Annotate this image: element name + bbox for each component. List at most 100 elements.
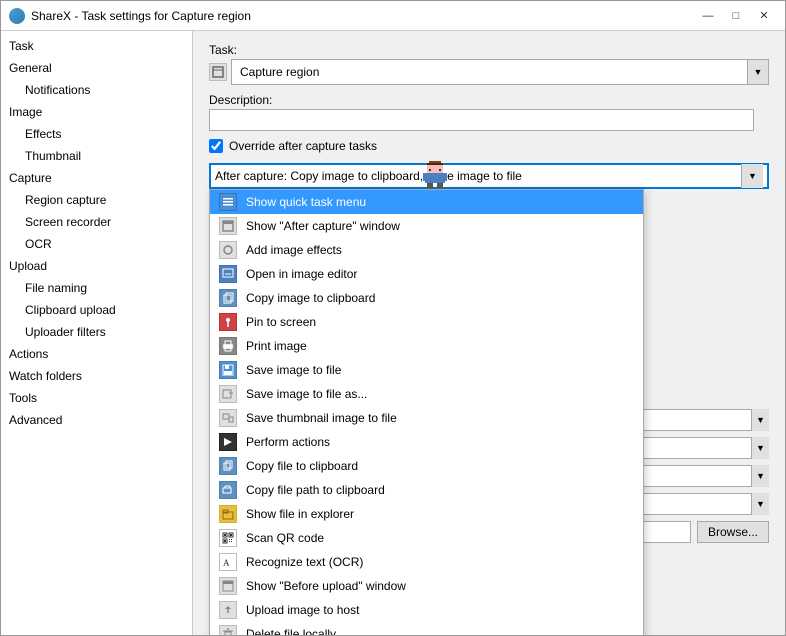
- sidebar-item-effects[interactable]: Effects: [1, 123, 192, 145]
- task-label: Task:: [209, 43, 769, 57]
- menu-item-label: Delete file locally: [246, 627, 336, 635]
- sidebar-item-image[interactable]: Image: [1, 101, 192, 123]
- main-window: ShareX - Task settings for Capture regio…: [0, 0, 786, 636]
- print-icon: [218, 336, 238, 356]
- save-as-icon: [218, 384, 238, 404]
- override-checkbox[interactable]: [209, 139, 223, 153]
- menu-item-label: Save image to file: [246, 363, 341, 377]
- menu-item-before-upload-window[interactable]: Show "Before upload" window: [210, 574, 643, 598]
- menu-item-label: Print image: [246, 339, 307, 353]
- editor-icon: [218, 264, 238, 284]
- menu-item-after-capture-window[interactable]: Show "After capture" window: [210, 214, 643, 238]
- menu-item-save-image-file-as[interactable]: Save image to file as...: [210, 382, 643, 406]
- title-bar-controls: — □ ✕: [695, 6, 777, 26]
- actions-icon: [218, 432, 238, 452]
- after-capture-value: After capture: Copy image to clipboard, …: [215, 169, 741, 183]
- menu-item-copy-file-path[interactable]: Copy file path to clipboard: [210, 478, 643, 502]
- pin-icon: [218, 312, 238, 332]
- save-icon: [218, 360, 238, 380]
- browse-button[interactable]: Browse...: [697, 521, 769, 543]
- menu-item-label: Show "After capture" window: [246, 219, 400, 233]
- close-button[interactable]: ✕: [751, 6, 777, 26]
- menu-item-add-image-effects[interactable]: Add image effects: [210, 238, 643, 262]
- sidebar-item-task[interactable]: Task: [1, 35, 192, 57]
- menu-item-open-image-editor[interactable]: Open in image editor: [210, 262, 643, 286]
- maximize-button[interactable]: □: [723, 6, 749, 26]
- menu-item-upload-image-host[interactable]: Upload image to host: [210, 598, 643, 622]
- menu-item-label: Copy image to clipboard: [246, 291, 375, 305]
- sidebar-item-advanced[interactable]: Advanced: [1, 409, 192, 431]
- menu-item-save-thumbnail[interactable]: Save thumbnail image to file: [210, 406, 643, 430]
- menu-item-label: Recognize text (OCR): [246, 555, 363, 569]
- sidebar-item-tools[interactable]: Tools: [1, 387, 192, 409]
- sidebar-item-actions[interactable]: Actions: [1, 343, 192, 365]
- description-label: Description:: [209, 93, 769, 107]
- menu-item-label: Copy file path to clipboard: [246, 483, 385, 497]
- task-select[interactable]: Capture region: [231, 59, 769, 85]
- sidebar-item-thumbnail[interactable]: Thumbnail: [1, 145, 192, 167]
- sidebar-item-watch-folders[interactable]: Watch folders: [1, 365, 192, 387]
- sidebar-item-ocr[interactable]: OCR: [1, 233, 192, 255]
- menu-item-show-file-explorer[interactable]: Show file in explorer: [210, 502, 643, 526]
- task-icon: [209, 63, 227, 81]
- sidebar-item-clipboard-upload[interactable]: Clipboard upload: [1, 299, 192, 321]
- description-input[interactable]: [209, 109, 754, 131]
- sidebar-item-screen-recorder[interactable]: Screen recorder: [1, 211, 192, 233]
- svg-text:A: A: [223, 558, 230, 568]
- menu-item-label: Scan QR code: [246, 531, 324, 545]
- path-icon: [218, 480, 238, 500]
- menu-item-copy-file-clipboard[interactable]: Copy file to clipboard: [210, 454, 643, 478]
- upload-window-icon: [218, 576, 238, 596]
- menu-item-label: Save thumbnail image to file: [246, 411, 397, 425]
- sharex-icon: [9, 8, 25, 24]
- menu-item-label: Open in image editor: [246, 267, 357, 281]
- after-capture-dropdown-arrow[interactable]: ▼: [741, 164, 763, 188]
- description-row: Description:: [209, 93, 769, 131]
- upload-icon: [218, 600, 238, 620]
- sidebar-item-region-capture[interactable]: Region capture: [1, 189, 192, 211]
- window-title: ShareX - Task settings for Capture regio…: [31, 9, 251, 23]
- menu-icon: [218, 192, 238, 212]
- right-panel: Task: Capture region ▼ Description:: [193, 31, 785, 635]
- menu-item-recognize-text[interactable]: A Recognize text (OCR): [210, 550, 643, 574]
- menu-item-label: Show file in explorer: [246, 507, 354, 521]
- main-content: Task General Notifications Image Effects…: [1, 31, 785, 635]
- title-bar-left: ShareX - Task settings for Capture regio…: [9, 8, 251, 24]
- sidebar: Task General Notifications Image Effects…: [1, 31, 193, 635]
- thumbnail-icon: [218, 408, 238, 428]
- task-row: Task: Capture region ▼: [209, 43, 769, 85]
- menu-item-delete-file-locally[interactable]: Delete file locally: [210, 622, 643, 635]
- menu-item-perform-actions[interactable]: Perform actions: [210, 430, 643, 454]
- sidebar-item-file-naming[interactable]: File naming: [1, 277, 192, 299]
- sidebar-item-capture[interactable]: Capture: [1, 167, 192, 189]
- menu-item-quick-task-menu[interactable]: Show quick task menu: [210, 190, 643, 214]
- window-icon: [218, 216, 238, 236]
- pixel-character: [419, 159, 451, 191]
- menu-item-label: Upload image to host: [246, 603, 359, 617]
- menu-item-copy-image-clipboard[interactable]: Copy image to clipboard: [210, 286, 643, 310]
- sidebar-item-uploader-filters[interactable]: Uploader filters: [1, 321, 192, 343]
- sidebar-item-notifications[interactable]: Notifications: [1, 79, 192, 101]
- title-bar: ShareX - Task settings for Capture regio…: [1, 1, 785, 31]
- explorer-icon: [218, 504, 238, 524]
- menu-item-label: Show quick task menu: [246, 195, 366, 209]
- qr-icon: [218, 528, 238, 548]
- after-capture-menu: Show quick task menu Show "After capture…: [209, 189, 644, 635]
- sidebar-item-upload[interactable]: Upload: [1, 255, 192, 277]
- minimize-button[interactable]: —: [695, 6, 721, 26]
- sidebar-item-general[interactable]: General: [1, 57, 192, 79]
- after-capture-dropdown-row: After capture: Copy image to clipboard, …: [209, 163, 769, 189]
- copy-file-icon: [218, 456, 238, 476]
- copy-icon: [218, 288, 238, 308]
- menu-item-label: Copy file to clipboard: [246, 459, 358, 473]
- menu-item-label: Pin to screen: [246, 315, 316, 329]
- override-row: Override after capture tasks: [209, 139, 769, 153]
- menu-item-save-image-file[interactable]: Save image to file: [210, 358, 643, 382]
- menu-item-print-image[interactable]: Print image: [210, 334, 643, 358]
- menu-item-pin-to-screen[interactable]: Pin to screen: [210, 310, 643, 334]
- ocr-icon: A: [218, 552, 238, 572]
- effects-icon: [218, 240, 238, 260]
- menu-item-label: Add image effects: [246, 243, 342, 257]
- menu-item-scan-qr-code[interactable]: Scan QR code: [210, 526, 643, 550]
- menu-item-label: Show "Before upload" window: [246, 579, 406, 593]
